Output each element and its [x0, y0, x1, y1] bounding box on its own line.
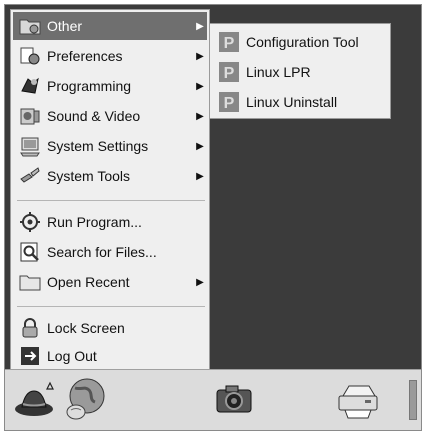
menu-item-label: Sound & Video: [47, 108, 141, 124]
submenu-arrow-icon: ▶: [196, 276, 204, 288]
system-tools-icon: [19, 165, 41, 187]
svg-text:P: P: [224, 65, 235, 82]
main-menu: Other ▶ Preferences ▶ Programming ▶ Soun…: [10, 9, 210, 371]
menu-item-label: Preferences: [47, 48, 123, 64]
submenu-item-label: Linux Uninstall: [246, 94, 338, 110]
menu-item-programming[interactable]: Programming ▶: [13, 72, 207, 100]
menu-item-label: Lock Screen: [47, 320, 125, 336]
menu-item-preferences[interactable]: Preferences ▶: [13, 42, 207, 70]
printer-tool-icon: P: [218, 31, 240, 53]
menu-separator: [17, 306, 205, 307]
folder-icon: [19, 15, 41, 37]
submenu-item-label: Configuration Tool: [246, 34, 359, 50]
menu-item-system-settings[interactable]: System Settings ▶: [13, 132, 207, 160]
panel-scroll-handle[interactable]: [409, 380, 417, 420]
camera-icon[interactable]: [211, 376, 257, 422]
menu-item-run-program[interactable]: Run Program...: [13, 208, 207, 236]
preferences-icon: [19, 45, 41, 67]
programming-icon: [19, 75, 41, 97]
printer-icon[interactable]: [335, 376, 381, 422]
submenu-arrow-icon: ▶: [196, 20, 204, 32]
menu-item-system-tools[interactable]: System Tools ▶: [13, 162, 207, 190]
submenu-arrow-icon: ▶: [196, 140, 204, 152]
screen: Other ▶ Preferences ▶ Programming ▶ Soun…: [4, 4, 422, 431]
other-submenu: P Configuration Tool P Linux LPR P Linux…: [209, 23, 391, 119]
submenu-item-linux-uninstall[interactable]: P Linux Uninstall: [212, 88, 388, 116]
folder-icon: [19, 271, 41, 293]
submenu-arrow-icon: ▶: [196, 80, 204, 92]
logout-icon: [19, 345, 41, 367]
menu-item-label: Search for Files...: [47, 244, 157, 260]
submenu-item-label: Linux LPR: [246, 64, 311, 80]
menu-item-other[interactable]: Other ▶: [13, 12, 207, 40]
lock-icon: [19, 317, 41, 339]
menu-separator: [17, 200, 205, 201]
menu-item-log-out[interactable]: Log Out: [13, 342, 207, 370]
sound-video-icon: [19, 105, 41, 127]
submenu-item-linux-lpr[interactable]: P Linux LPR: [212, 58, 388, 86]
menu-item-label: Log Out: [47, 348, 97, 364]
svg-text:P: P: [224, 35, 235, 52]
submenu-arrow-icon: ▶: [196, 110, 204, 122]
menu-item-label: Programming: [47, 78, 132, 94]
menu-item-sound-video[interactable]: Sound & Video ▶: [13, 102, 207, 130]
svg-text:P: P: [224, 95, 235, 112]
web-browser-icon[interactable]: [63, 376, 109, 422]
menu-item-search-files[interactable]: Search for Files...: [13, 238, 207, 266]
menu-item-label: System Tools: [47, 168, 130, 184]
menu-item-label: Run Program...: [47, 214, 142, 230]
menu-item-open-recent[interactable]: Open Recent ▶: [13, 268, 207, 296]
menu-item-lock-screen[interactable]: Lock Screen: [13, 314, 207, 342]
menu-item-label: Open Recent: [47, 274, 130, 290]
submenu-arrow-icon: ▶: [196, 170, 204, 182]
menu-item-label: Other: [47, 18, 83, 34]
submenu-arrow-icon: ▶: [196, 50, 204, 62]
main-menu-redhat-icon[interactable]: [13, 376, 59, 422]
bottom-panel: [5, 369, 421, 430]
submenu-item-configuration-tool[interactable]: P Configuration Tool: [212, 28, 388, 56]
printer-tool-icon: P: [218, 91, 240, 113]
system-settings-icon: [19, 135, 41, 157]
printer-tool-icon: P: [218, 61, 240, 83]
menu-item-label: System Settings: [47, 138, 149, 154]
search-files-icon: [19, 241, 41, 263]
run-program-icon: [19, 211, 41, 233]
